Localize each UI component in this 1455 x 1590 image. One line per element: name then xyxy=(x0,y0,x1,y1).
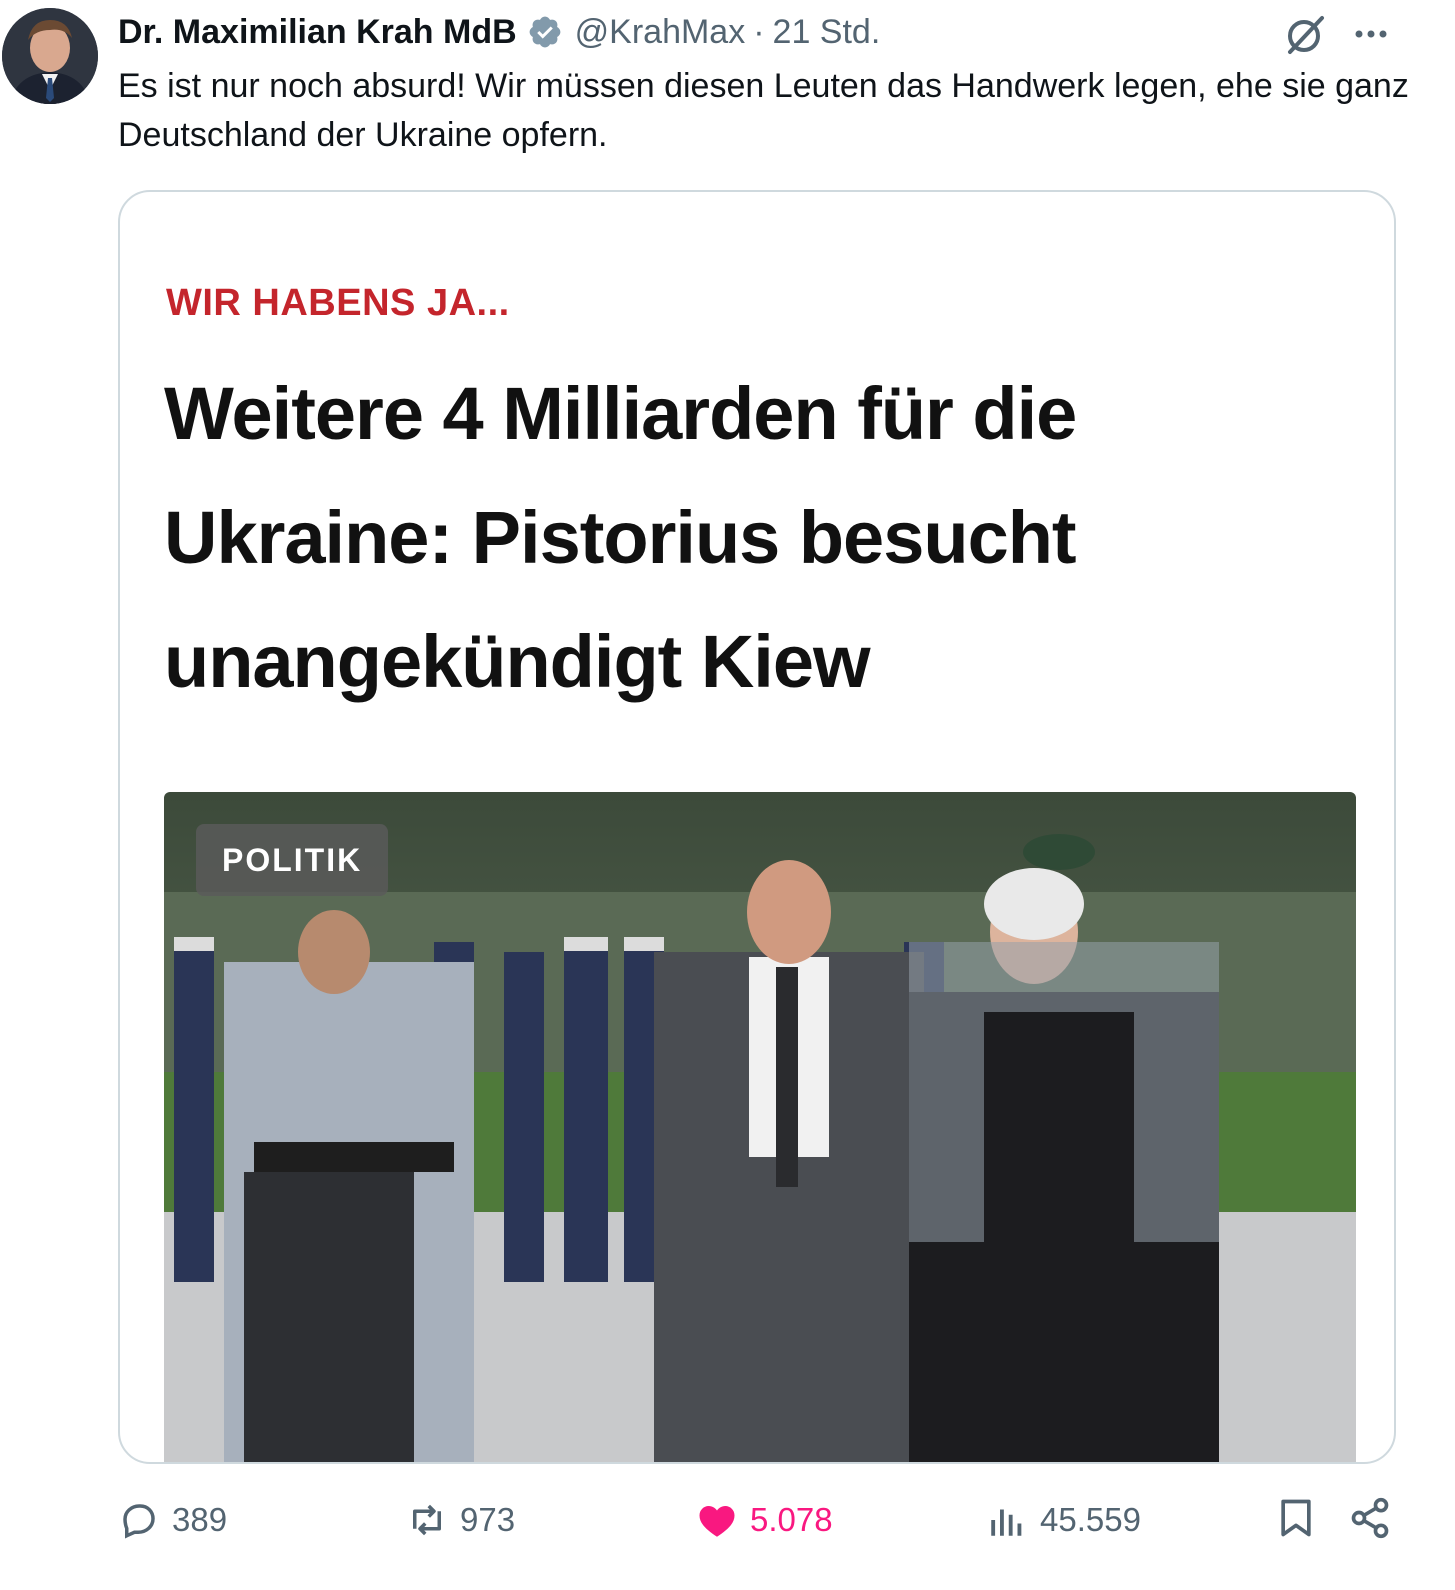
separator-dot: · xyxy=(753,12,765,51)
reply-button[interactable]: 389 xyxy=(118,1490,227,1550)
action-bar: 389 973 5.078 45.559 xyxy=(0,1490,1455,1550)
repost-button[interactable]: 973 xyxy=(406,1490,515,1550)
avatar-image xyxy=(2,8,98,104)
bookmark-icon[interactable] xyxy=(1274,1496,1318,1540)
author-name[interactable]: Dr. Maximilian Krah MdB xyxy=(118,13,517,52)
author-avatar[interactable] xyxy=(2,8,98,104)
verified-badge-icon[interactable] xyxy=(527,14,563,50)
category-tag: POLITIK xyxy=(196,824,389,896)
share-icon[interactable] xyxy=(1348,1496,1392,1540)
article-headline: Weitere 4 Milliarden für die Ukraine: Pi… xyxy=(164,372,1077,703)
tweet-text: Es ist nur noch absurd! Wir müssen diese… xyxy=(118,67,1409,154)
author-handle[interactable]: @KrahMax xyxy=(575,13,746,52)
like-button[interactable]: 5.078 xyxy=(696,1490,833,1550)
views-button[interactable]: 45.559 xyxy=(986,1490,1141,1550)
views-count: 45.559 xyxy=(1040,1501,1141,1538)
reply-count: 389 xyxy=(172,1501,228,1538)
reply-icon xyxy=(123,1504,155,1539)
post-time[interactable]: 21 Std. xyxy=(773,13,881,52)
repost-count: 973 xyxy=(460,1501,516,1538)
more-icon[interactable] xyxy=(1350,16,1392,52)
like-count: 5.078 xyxy=(750,1501,833,1538)
article-photo[interactable]: POLITIK xyxy=(164,792,1356,1462)
article-kicker: WIR HABENS JA... xyxy=(166,282,510,324)
media-card[interactable]: WIR HABENS JA... Weitere 4 Milliarden fü… xyxy=(118,190,1396,1464)
repost-icon xyxy=(413,1504,441,1536)
grok-icon[interactable] xyxy=(1282,12,1328,58)
tweet-header: Dr. Maximilian Krah MdB @KrahMax · 21 St… xyxy=(118,10,880,54)
heart-icon xyxy=(699,1506,735,1537)
views-icon xyxy=(991,1509,1022,1536)
